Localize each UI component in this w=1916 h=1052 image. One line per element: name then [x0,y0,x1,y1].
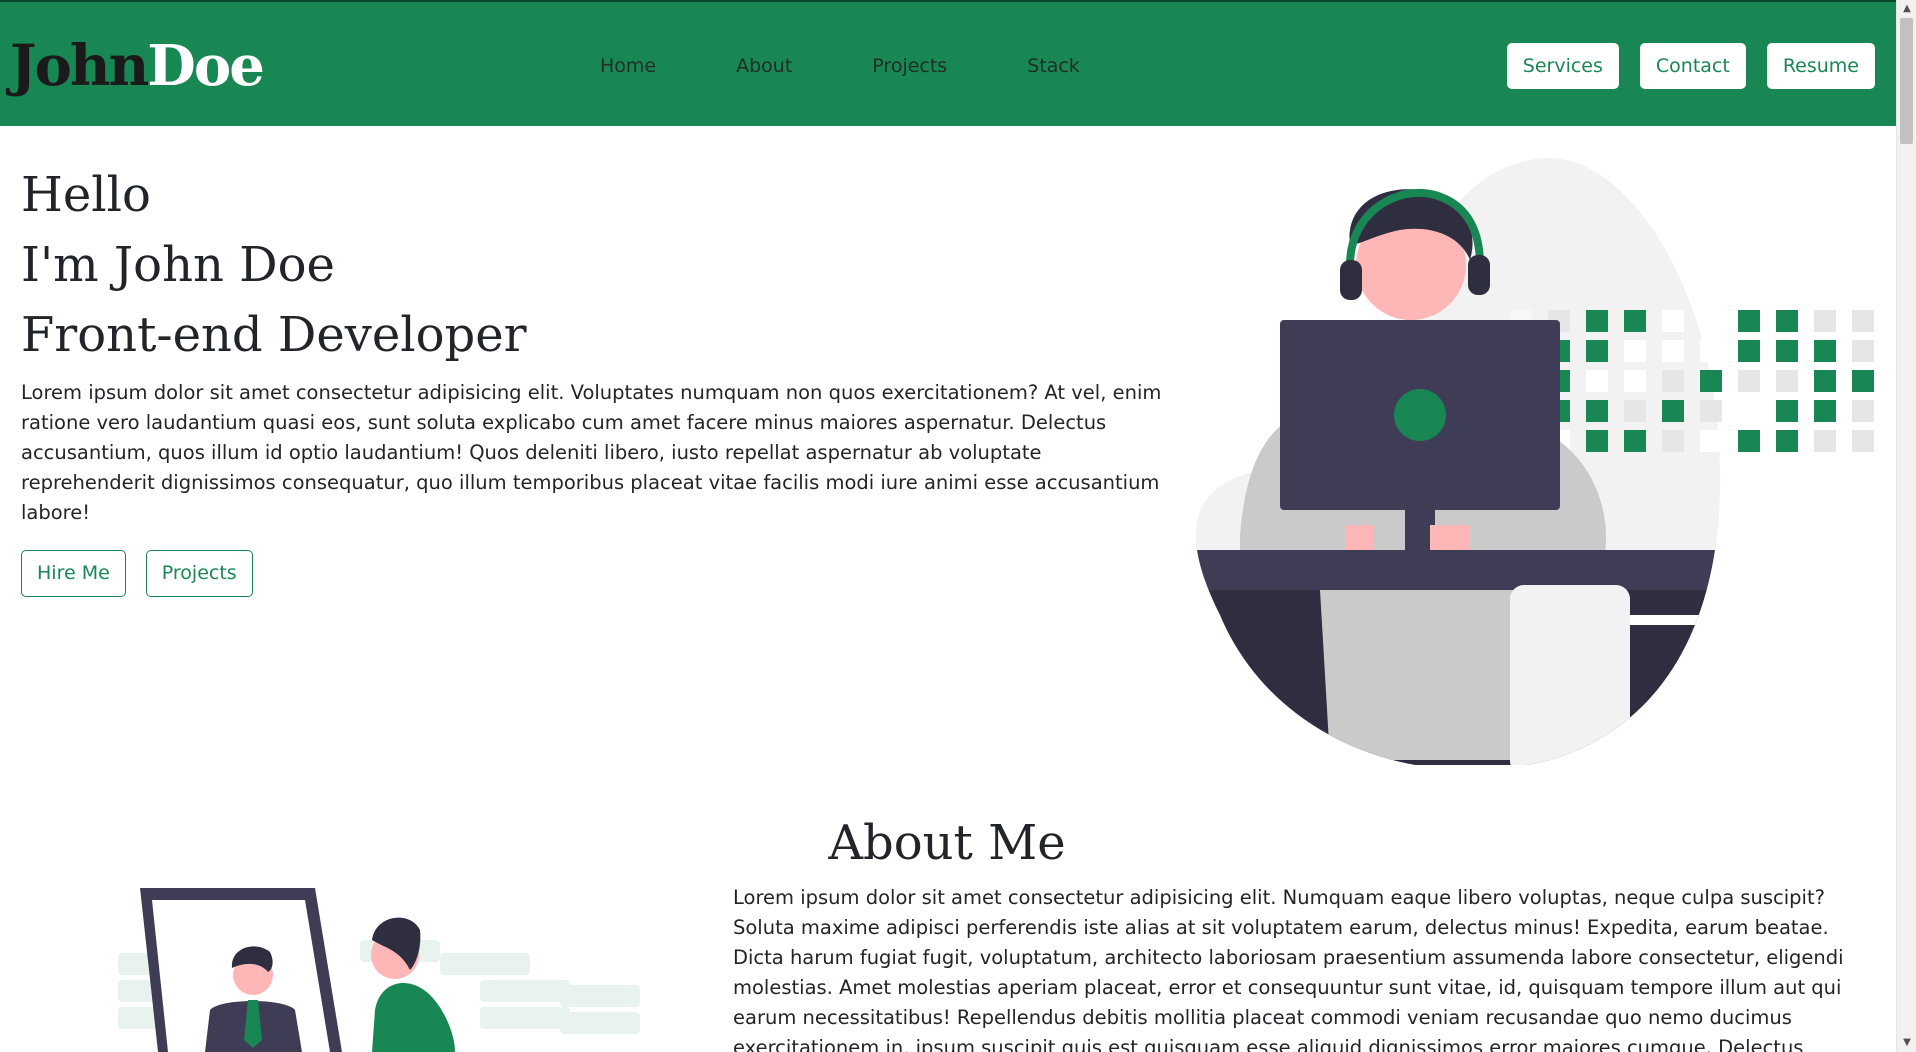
hero-role: Front-end Developer [21,307,527,363]
hero-paragraph: Lorem ipsum dolor sit amet consectetur a… [21,381,1162,524]
nav-buttons: Services Contact Resume [1506,43,1875,89]
projects-button[interactable]: Projects [145,550,253,597]
about-title: About Me [828,815,1066,871]
brand-logo[interactable]: JohnDoe [10,28,265,104]
scroll-down-arrow-icon[interactable]: ▼ [1897,1034,1916,1052]
scroll-thumb[interactable] [1900,18,1913,144]
contact-button[interactable]: Contact [1639,43,1746,89]
hero-section: Hello I'm John Doe Front-end Developer L… [21,160,1181,597]
desk [1195,550,1721,590]
services-button[interactable]: Services [1506,43,1619,89]
hero-buttons: Hire Me Projects [21,550,1181,597]
chair [1510,585,1630,770]
page-scrollbar[interactable]: ▲ ▼ [1896,0,1916,1052]
resume-button[interactable]: Resume [1766,43,1875,89]
nav-link-stack[interactable]: Stack [1027,46,1080,86]
nav-link-home[interactable]: Home [600,46,656,86]
nav-link-about[interactable]: About [736,46,792,86]
brand-last: Doe [147,33,265,99]
navbar: JohnDoe Home About Projects Stack Servic… [0,0,1896,126]
about-paragraph: Lorem ipsum dolor sit amet consectetur a… [733,886,1844,1052]
mirror-illustration [110,870,650,1052]
monitor-logo [1394,389,1446,441]
developer-illustration [1180,155,1880,770]
nav-links: Home About Projects Stack [600,46,1080,86]
hero-name: I'm John Doe [21,237,335,293]
nav-link-projects[interactable]: Projects [872,46,947,86]
scroll-up-arrow-icon[interactable]: ▲ [1897,0,1916,18]
brand-first: John [10,33,149,99]
hire-me-button[interactable]: Hire Me [21,550,126,597]
man-green-shirt [372,983,455,1052]
hero-greeting: Hello [21,167,151,223]
